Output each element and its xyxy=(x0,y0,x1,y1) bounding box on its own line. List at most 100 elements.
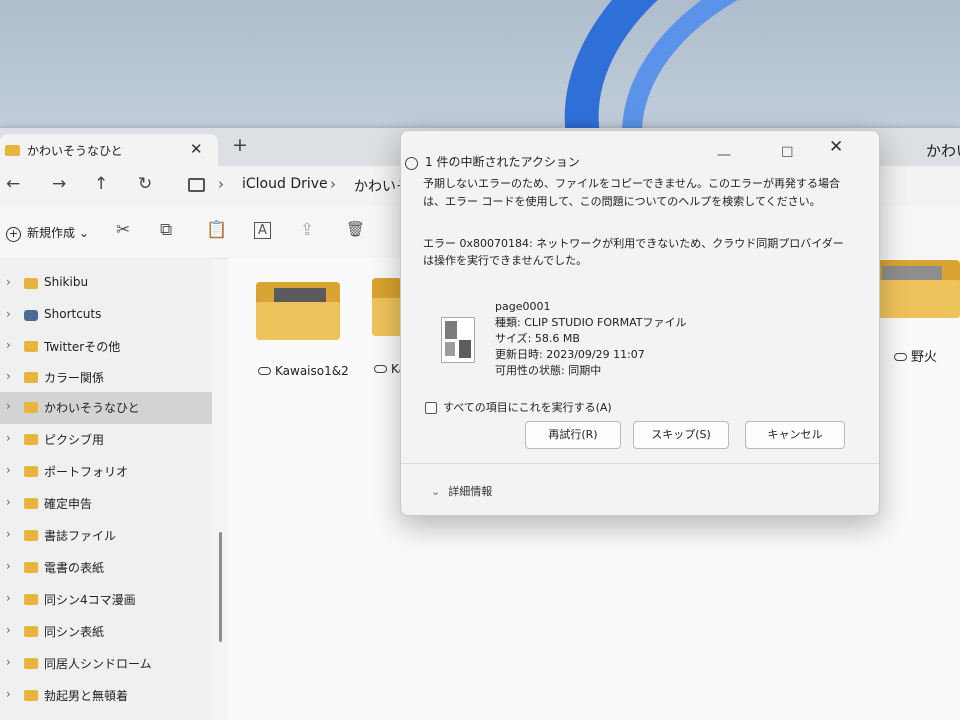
new-button[interactable]: + 新規作成 ⌄ xyxy=(6,224,89,242)
error-code-message: エラー 0x80070184: ネットワークが利用できないため、クラウド同期プロ… xyxy=(423,237,844,267)
sidebar-item-label: 確定申告 xyxy=(44,497,93,511)
sidebar-item-label: 同シン表紙 xyxy=(44,625,105,639)
sidebar-item-bibliography[interactable]: › 書誌ファイル xyxy=(0,520,212,552)
sidebar-item-bokki[interactable]: › 勃起男と無頓着 xyxy=(0,680,212,712)
chevron-right-icon[interactable]: › xyxy=(6,369,11,383)
retry-button[interactable]: 再試行(R) xyxy=(525,421,621,449)
folder-tile-kawaiso[interactable] xyxy=(256,282,340,340)
chevron-right-icon[interactable]: › xyxy=(6,275,11,289)
sidebar-item-doushin-cover[interactable]: › 同シン表紙 xyxy=(0,616,212,648)
new-button-label: 新規作成 xyxy=(27,226,76,240)
chevron-right-icon[interactable]: › xyxy=(6,591,11,605)
thumbnail-panel xyxy=(459,340,471,358)
copy-icon[interactable]: ⧉ xyxy=(160,220,172,240)
clock-icon xyxy=(405,157,418,170)
chevron-right-icon[interactable]: › xyxy=(6,623,11,637)
sidebar-item-portfolio[interactable]: › ポートフォリオ xyxy=(0,456,212,488)
folder-icon xyxy=(24,402,38,413)
refresh-icon[interactable]: ↻ xyxy=(138,174,152,194)
share-icon[interactable]: ⇪ xyxy=(300,220,314,240)
sidebar-item-kawaisou[interactable]: › かわいそうなひと xyxy=(0,392,212,424)
folder-icon xyxy=(24,278,38,289)
folder-label[interactable]: 野火 xyxy=(894,346,937,365)
folder-icon xyxy=(5,145,20,156)
breadcrumb-icloud-drive[interactable]: iCloud Drive xyxy=(242,176,328,192)
folder-icon xyxy=(24,341,38,352)
trash-icon[interactable]: 🗑 xyxy=(346,220,365,238)
chevron-right-icon[interactable]: › xyxy=(6,527,11,541)
thumbnail-panel xyxy=(445,342,455,356)
chevron-right-icon[interactable]: › xyxy=(6,495,11,509)
close-button[interactable]: ✕ xyxy=(829,137,843,157)
skip-button[interactable]: スキップ(S) xyxy=(633,421,729,449)
folder-icon xyxy=(24,626,38,637)
minimize-button[interactable]: — xyxy=(717,147,731,163)
chevron-right-icon: › xyxy=(330,175,336,193)
folder-icon xyxy=(256,302,340,340)
sidebar-item-label: 書誌ファイル xyxy=(44,529,117,543)
sidebar-item-shikibu[interactable]: › Shikibu xyxy=(0,268,212,300)
chevron-right-icon[interactable]: › xyxy=(6,655,11,669)
sidebar-scrollbar[interactable] xyxy=(219,532,222,642)
chevron-right-icon[interactable]: › xyxy=(6,463,11,477)
sidebar-item-shortcuts[interactable]: › Shortcuts xyxy=(0,300,212,332)
paste-icon[interactable]: 📋 xyxy=(206,220,227,240)
divider xyxy=(401,463,879,464)
rename-icon[interactable]: A xyxy=(254,222,271,239)
apply-all-label[interactable]: すべての項目にこれを実行する(A) xyxy=(443,399,612,415)
new-tab-button[interactable]: + xyxy=(232,134,248,156)
chevron-right-icon[interactable]: › xyxy=(6,399,11,413)
plus-circle-icon: + xyxy=(6,227,21,242)
sidebar-item-tax[interactable]: › 確定申告 xyxy=(0,488,212,520)
folder-icon xyxy=(24,372,38,383)
cloud-icon xyxy=(374,365,387,373)
chevron-right-icon[interactable]: › xyxy=(6,687,11,701)
forward-arrow-icon[interactable]: → xyxy=(52,174,66,194)
file-info: page0001 種類: CLIP STUDIO FORMATファイル サイズ:… xyxy=(495,299,687,379)
navigation-pane-list: › Shikibu › Shortcuts › Twitterその他 › カラー… xyxy=(0,258,222,720)
chevron-right-icon: › xyxy=(218,175,224,193)
sidebar-item-label: カラー関係 xyxy=(44,371,105,385)
maximize-button[interactable]: ☐ xyxy=(781,145,794,161)
sidebar-item-ebook-cover[interactable]: › 電書の表紙 xyxy=(0,552,212,584)
file-availability: 可用性の状態: 同期中 xyxy=(495,364,602,377)
dialog-title: 1 件の中断されたアクション xyxy=(425,155,580,169)
up-arrow-icon[interactable]: ↑ xyxy=(94,174,108,194)
error-message: 予期しないエラーのため、ファイルをコピーできません。このエラーが再発する場合は、… xyxy=(423,177,841,208)
details-label: 詳細情報 xyxy=(448,485,493,498)
desktop-wallpaper xyxy=(0,0,960,344)
apply-all-checkbox[interactable] xyxy=(425,402,437,414)
this-pc-icon[interactable] xyxy=(188,178,205,192)
cut-icon[interactable]: ✂ xyxy=(116,220,130,240)
folder-tile-nobi[interactable] xyxy=(868,260,960,318)
cancel-button[interactable]: キャンセル xyxy=(745,421,845,449)
folder-name: Kawaiso1&2 xyxy=(275,364,349,378)
chevron-right-icon[interactable]: › xyxy=(6,431,11,445)
cloud-icon xyxy=(894,353,907,361)
folder-icon xyxy=(24,690,38,701)
sidebar-item-label: かわいそうなひと xyxy=(44,401,140,415)
sidebar-item-4koma[interactable]: › 同シン4コマ漫画 xyxy=(0,584,212,616)
folder-icon xyxy=(24,594,38,605)
folder-tile-ka[interactable] xyxy=(372,278,402,336)
sidebar-item-label: ピクシブ用 xyxy=(44,433,105,447)
details-toggle[interactable]: ⌄ 詳細情報 xyxy=(431,483,492,499)
folder-label[interactable]: Kawaiso1&2 xyxy=(258,364,349,378)
sidebar-item-pixiv[interactable]: › ピクシブ用 xyxy=(0,424,212,456)
sidebar-item-color[interactable]: › カラー関係 xyxy=(0,362,212,394)
sidebar-item-doukyonin[interactable]: › 同居人シンドローム xyxy=(0,648,212,680)
back-arrow-icon[interactable]: ← xyxy=(6,174,20,194)
file-size: サイズ: 58.6 MB xyxy=(495,332,580,345)
shortcuts-app-icon xyxy=(24,310,38,321)
chevron-right-icon[interactable]: › xyxy=(6,307,11,321)
chevron-right-icon[interactable]: › xyxy=(6,559,11,573)
interrupted-action-dialog: 1 件の中断されたアクション — ☐ ✕ 予期しないエラーのため、ファイルをコピ… xyxy=(400,130,880,516)
sidebar-item-twitter[interactable]: › Twitterその他 xyxy=(0,331,212,363)
sidebar-item-label: Twitterその他 xyxy=(44,340,121,354)
chevron-right-icon[interactable]: › xyxy=(6,338,11,352)
tab-kawaisou[interactable]: かわいそうなひと ✕ xyxy=(0,134,218,166)
sidebar-item-label: 電書の表紙 xyxy=(44,561,105,575)
folder-icon xyxy=(868,280,960,318)
close-icon[interactable]: ✕ xyxy=(190,140,203,158)
folder-icon xyxy=(24,530,38,541)
